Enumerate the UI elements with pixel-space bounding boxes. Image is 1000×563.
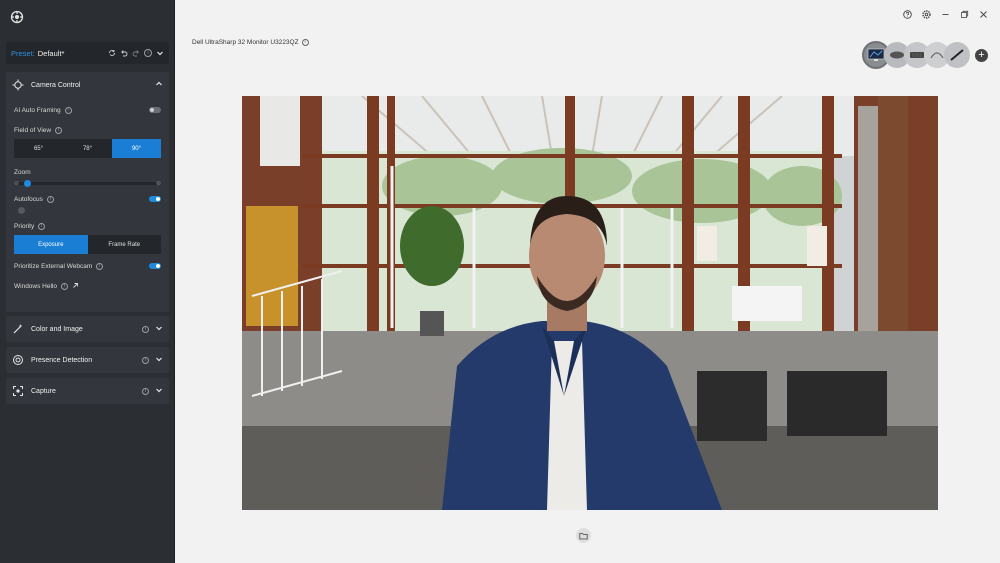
priority-info-icon[interactable]: i	[38, 222, 46, 230]
zoom-out-icon[interactable]: ⊖	[14, 180, 19, 187]
field-of-view-label: Field of View	[14, 126, 52, 134]
autofocus-info-icon[interactable]: i	[46, 195, 54, 203]
presence-detection-info-icon[interactable]: i	[142, 356, 149, 364]
device-info-icon[interactable]: i	[301, 39, 309, 46]
autofocus-toggle[interactable]	[149, 196, 161, 202]
device-name: Dell UltraSharp 32 Monitor U3223QZ	[192, 39, 299, 46]
zoom-row: Zoom	[14, 166, 161, 178]
zoom-label: Zoom	[14, 168, 31, 176]
prioritize-external-label: Prioritize External Webcam	[14, 262, 93, 270]
preset-selector[interactable]: Preset: Default* i	[6, 42, 169, 64]
fov-option-78[interactable]: 78°	[63, 139, 112, 158]
priority-option-exposure[interactable]: Exposure	[14, 235, 88, 254]
sync-icon[interactable]	[108, 49, 116, 57]
chevron-down-icon[interactable]	[155, 324, 163, 334]
settings-icon[interactable]	[922, 10, 931, 19]
ai-auto-framing-label: AI Auto Framing	[14, 106, 61, 114]
field-of-view-row: Field of View i	[14, 124, 161, 136]
priority-selector: Exposure Frame Rate	[14, 235, 161, 254]
windows-hello-info-icon[interactable]: i	[61, 282, 68, 290]
windows-hello-row[interactable]: Windows Hello i	[14, 280, 161, 292]
close-icon[interactable]	[979, 10, 988, 19]
camera-control-panel: Camera Control AI Auto Framing i Field o…	[6, 72, 169, 312]
capture-info-icon[interactable]: i	[142, 387, 149, 395]
ai-auto-framing-toggle[interactable]	[149, 107, 161, 113]
presence-detection-title: Presence Detection	[31, 356, 93, 364]
capture-icon	[12, 385, 24, 397]
camera-control-header[interactable]: Camera Control	[6, 72, 169, 98]
priority-row: Priority i	[14, 220, 161, 232]
color-and-image-info-icon[interactable]: i	[142, 325, 149, 333]
minimize-icon[interactable]	[941, 10, 950, 19]
field-of-view-selector: 65° 78° 90°	[14, 139, 161, 158]
prioritize-external-info-icon[interactable]: i	[96, 262, 104, 270]
restore-icon[interactable]	[960, 10, 969, 19]
camera-control-title: Camera Control	[31, 81, 81, 89]
prioritize-external-toggle[interactable]	[149, 263, 161, 269]
chevron-down-icon[interactable]	[156, 49, 164, 57]
window-controls	[903, 10, 988, 19]
redo-icon[interactable]	[132, 49, 140, 57]
open-folder-button[interactable]	[576, 528, 591, 543]
presence-detection-panel[interactable]: Presence Detection i	[6, 347, 169, 373]
sidebar: Preset: Default* i Camera Control AI Aut…	[0, 0, 175, 563]
autofocus-label: Autofocus	[14, 195, 43, 203]
pen-device-thumb[interactable]	[944, 42, 970, 68]
device-title: Dell UltraSharp 32 Monitor U3223QZ i	[192, 39, 309, 46]
app-logo-icon	[10, 10, 24, 24]
wand-icon	[12, 323, 24, 335]
capture-panel[interactable]: Capture i	[6, 378, 169, 404]
help-icon[interactable]	[903, 10, 912, 19]
device-carousel: +	[862, 41, 988, 69]
priority-label: Priority	[14, 222, 35, 230]
preset-value: Default*	[37, 48, 65, 58]
chevron-down-icon[interactable]	[155, 355, 163, 365]
color-and-image-panel[interactable]: Color and Image i	[6, 316, 169, 342]
preset-label: Preset:	[11, 48, 35, 58]
fov-option-65[interactable]: 65°	[14, 139, 63, 158]
ai-auto-framing-info-icon[interactable]: i	[64, 106, 72, 114]
zoom-slider[interactable]: ⊖ ⊕	[14, 178, 161, 188]
priority-option-frame-rate[interactable]: Frame Rate	[87, 235, 161, 254]
external-link-icon[interactable]	[72, 282, 79, 291]
ai-auto-framing-row: AI Auto Framing i	[14, 104, 161, 116]
focus-slider	[14, 205, 161, 215]
add-device-button[interactable]: +	[975, 48, 988, 62]
fov-option-90[interactable]: 90°	[112, 139, 161, 158]
color-and-image-title: Color and Image	[31, 325, 83, 333]
zoom-in-icon[interactable]: ⊕	[156, 180, 161, 187]
windows-hello-label[interactable]: Windows Hello	[14, 283, 57, 290]
camera-preview	[242, 96, 938, 510]
main-area: Dell UltraSharp 32 Monitor U3223QZ i +	[176, 0, 1000, 563]
prioritize-external-row: Prioritize External Webcam i	[14, 260, 161, 272]
autofocus-row: Autofocus i	[14, 193, 161, 205]
chevron-up-icon[interactable]	[155, 80, 163, 90]
chevron-down-icon[interactable]	[155, 386, 163, 396]
presence-icon	[12, 354, 24, 366]
zoom-slider-thumb[interactable]	[24, 180, 31, 187]
preset-info-icon[interactable]: i	[144, 49, 152, 57]
undo-icon[interactable]	[120, 49, 128, 57]
field-of-view-info-icon[interactable]: i	[55, 126, 63, 134]
camera-feed-image	[242, 96, 938, 510]
focus-slider-thumb	[18, 207, 25, 214]
capture-title: Capture	[31, 387, 56, 395]
crosshair-icon	[12, 79, 24, 91]
